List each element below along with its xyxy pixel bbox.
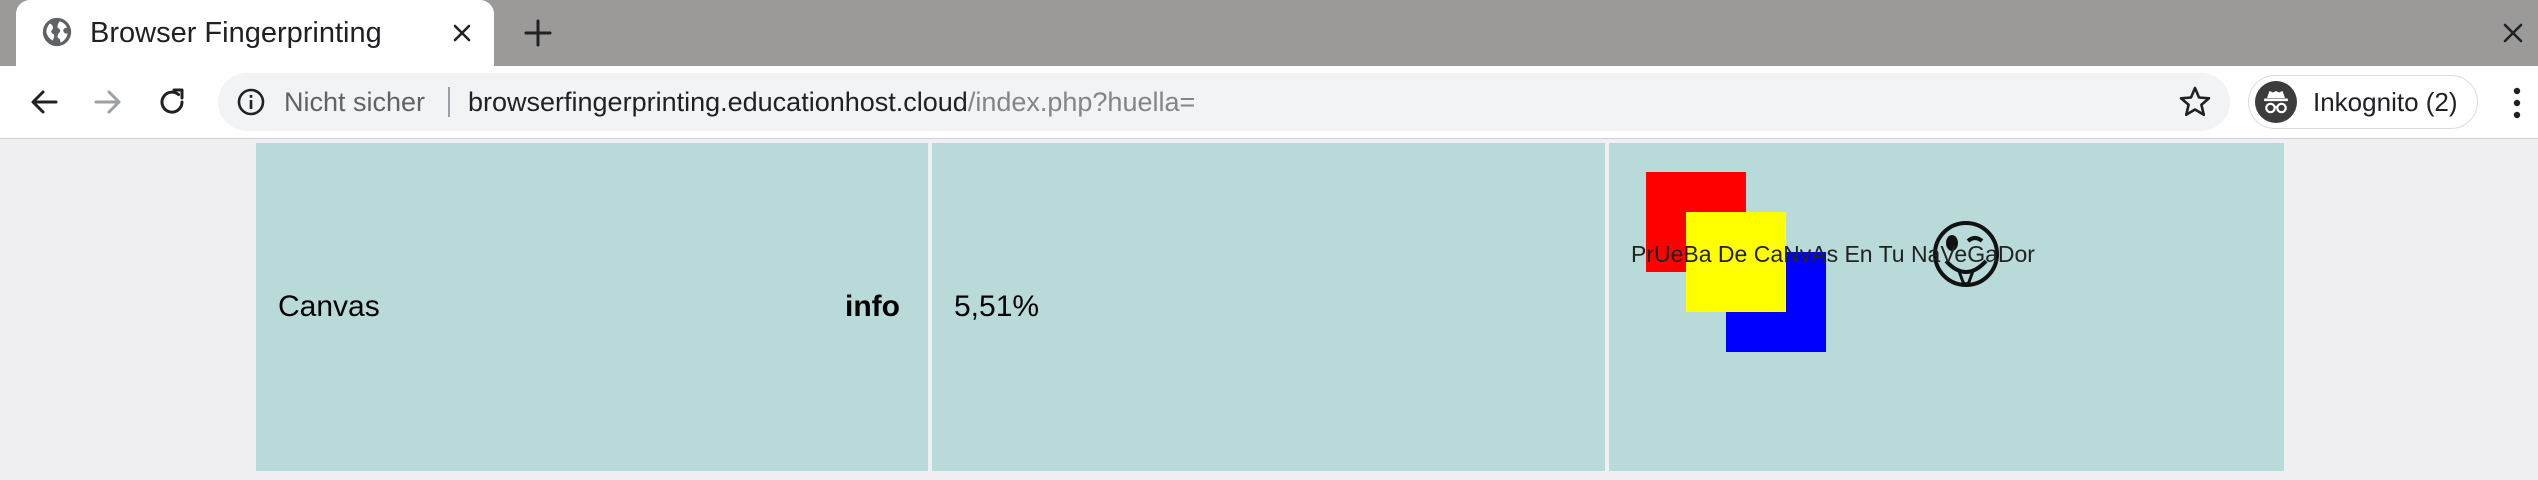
incognito-icon <box>2255 81 2297 123</box>
feature-name: Canvas <box>278 290 380 323</box>
reload-icon <box>160 88 184 114</box>
info-link[interactable]: info <box>845 143 900 471</box>
browser-toolbar: Nicht sicher browserfingerprinting.educa… <box>0 66 2538 139</box>
window-close-button[interactable] <box>2496 16 2530 50</box>
back-button[interactable] <box>22 80 66 124</box>
more-vertical-icon <box>2513 87 2521 119</box>
page-content: Canvas info 5,51% PrUeBa De CaNvAs En Tu… <box>0 139 2538 480</box>
tab-title: Browser Fingerprinting <box>90 17 382 49</box>
tab-close-button[interactable] <box>446 17 478 49</box>
incognito-label: Inkognito (2) <box>2313 87 2458 117</box>
browser-menu-button[interactable] <box>2500 84 2534 122</box>
address-bar[interactable]: Nicht sicher browserfingerprinting.educa… <box>218 73 2230 131</box>
plus-icon <box>524 19 552 47</box>
tab-strip: Browser Fingerprinting <box>0 0 2538 66</box>
close-icon <box>453 24 471 42</box>
browser-tab[interactable]: Browser Fingerprinting <box>16 0 494 66</box>
reload-button[interactable] <box>150 80 194 124</box>
close-icon <box>2503 23 2523 43</box>
canvas-test-text: PrUeBa De CaNvAs En Tu NaVeGaDor <box>1631 241 2035 267</box>
arrow-right-icon <box>94 90 121 114</box>
feature-cell: Canvas info <box>256 143 928 471</box>
globe-icon <box>42 17 72 47</box>
url-text[interactable]: browserfingerprinting.educationhost.clou… <box>468 73 1195 131</box>
url-path: /index.php?huella= <box>967 87 1196 117</box>
percentage-cell: 5,51% <box>932 143 1605 471</box>
url-host: browserfingerprinting.educationhost.clou… <box>468 87 968 117</box>
forward-button[interactable] <box>86 80 130 124</box>
incognito-button[interactable]: Inkognito (2) <box>2248 75 2478 129</box>
info-icon[interactable] <box>236 87 266 117</box>
bookmark-star-icon[interactable] <box>2178 85 2212 119</box>
new-tab-button[interactable] <box>520 15 556 51</box>
canvas-cell: PrUeBa De CaNvAs En Tu NaVeGaDor <box>1609 143 2284 471</box>
percentage-value: 5,51% <box>954 290 1040 323</box>
omnibox-divider <box>448 87 450 117</box>
arrow-left-icon <box>31 90 58 114</box>
canvas-fingerprint-image: PrUeBa De CaNvAs En Tu NaVeGaDor <box>1631 172 2035 352</box>
table-row: Canvas info 5,51% PrUeBa De CaNvAs En Tu… <box>256 143 2284 471</box>
security-status-label[interactable]: Nicht sicher <box>284 73 425 131</box>
